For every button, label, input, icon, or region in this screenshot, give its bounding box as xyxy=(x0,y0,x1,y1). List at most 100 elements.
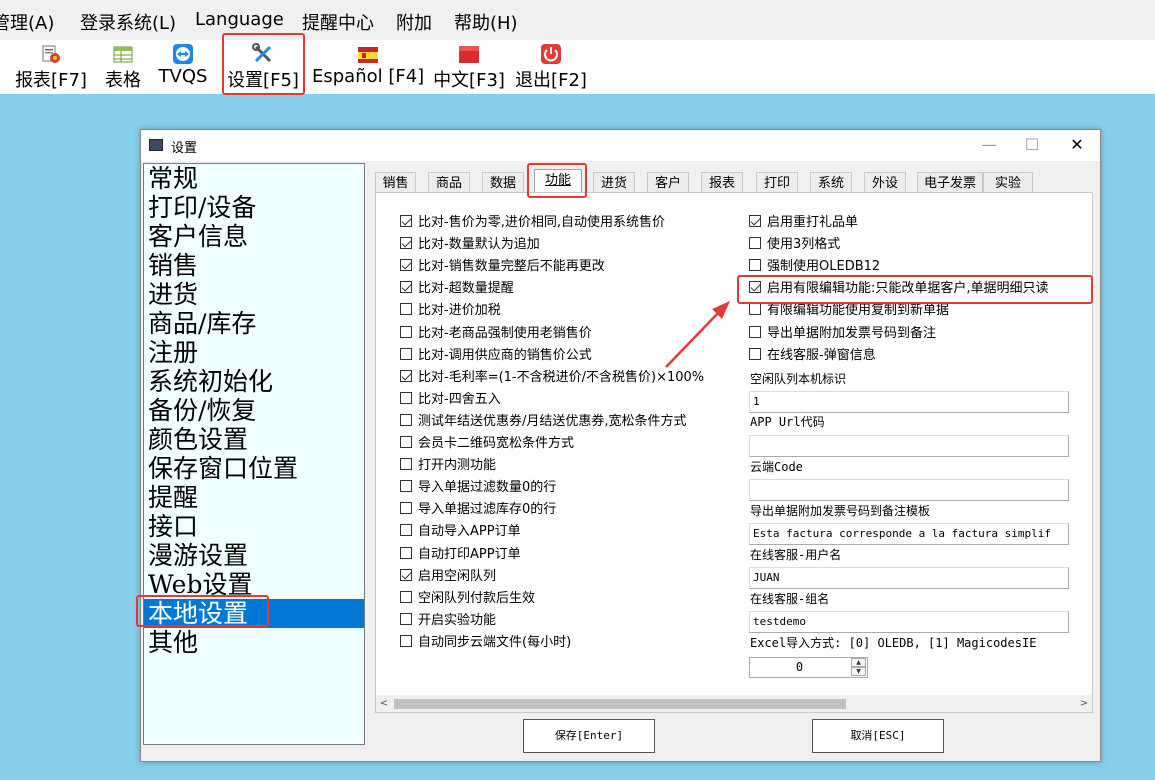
menu-login-system[interactable]: 登录系统(L) xyxy=(80,9,176,35)
checkbox-unchecked-icon[interactable] xyxy=(400,303,412,316)
checkbox-unchecked-icon[interactable] xyxy=(400,458,412,471)
checkbox-unchecked-icon[interactable] xyxy=(400,480,412,493)
category-save-window-position[interactable]: 保存窗口位置 xyxy=(144,454,364,483)
checkbox-checked-icon[interactable] xyxy=(400,237,412,250)
tvqs-button[interactable]: TVQS xyxy=(156,40,210,94)
category-customer-info[interactable]: 客户信息 xyxy=(144,222,364,251)
left-option-9-checkbox-row[interactable]: 测试年结送优惠券/月结送优惠券,宽松条件方式 xyxy=(400,412,687,432)
cloud-code-input[interactable] xyxy=(749,479,1069,501)
checkbox-unchecked-icon[interactable] xyxy=(749,303,761,316)
checkbox-unchecked-icon[interactable] xyxy=(400,546,412,559)
tab-sales[interactable]: 销售 xyxy=(375,172,416,193)
save-button[interactable]: 保存[Enter] xyxy=(523,719,655,753)
left-option-11-checkbox-row[interactable]: 打开内测功能 xyxy=(400,456,496,476)
left-option-15-checkbox-row[interactable]: 自动打印APP订单 xyxy=(400,545,521,565)
checkbox-unchecked-icon[interactable] xyxy=(749,237,761,250)
stepper-down-icon[interactable]: ▼ xyxy=(851,667,866,676)
category-interface[interactable]: 接口 xyxy=(144,512,364,541)
right-option-0-checkbox-row[interactable]: 启用重打礼品单 xyxy=(749,213,858,233)
checkbox-checked-icon[interactable] xyxy=(400,259,412,272)
left-option-3-checkbox-row[interactable]: 比对-超数量提醒 xyxy=(400,279,514,299)
checkbox-unchecked-icon[interactable] xyxy=(400,325,412,338)
checkbox-checked-icon[interactable] xyxy=(400,281,412,294)
checkbox-unchecked-icon[interactable] xyxy=(400,590,412,603)
left-option-4-checkbox-row[interactable]: 比对-进价加税 xyxy=(400,301,501,321)
idle-queue-id-input[interactable]: 1 xyxy=(749,391,1069,413)
left-option-5-checkbox-row[interactable]: 比对-老商品强制使用老销售价 xyxy=(400,324,592,344)
exit-button[interactable]: 退出[F2] xyxy=(514,40,588,94)
app-url-code-input[interactable] xyxy=(749,435,1069,457)
cancel-button[interactable]: 取消[ESC] xyxy=(812,719,944,753)
left-option-13-checkbox-row[interactable]: 导入单据过滤库存0的行 xyxy=(400,500,556,520)
checkbox-unchecked-icon[interactable] xyxy=(400,347,412,360)
category-backup-restore[interactable]: 备份/恢复 xyxy=(144,396,364,425)
category-print-device[interactable]: 打印/设备 xyxy=(144,193,364,222)
scroll-left-icon[interactable]: < xyxy=(376,695,392,712)
category-color-settings[interactable]: 颜色设置 xyxy=(144,425,364,454)
report-button[interactable]: 报表[F7] xyxy=(14,40,88,94)
tab-peripherals[interactable]: 外设 xyxy=(864,172,906,193)
invoice-note-template-input[interactable]: Esta factura corresponde a la factura si… xyxy=(749,523,1069,545)
tab-print[interactable]: 打印 xyxy=(756,172,798,193)
excel-import-stepper[interactable]: 0 ▲ ▼ xyxy=(749,657,868,678)
tab-system[interactable]: 系统 xyxy=(810,172,852,193)
stepper-up-icon[interactable]: ▲ xyxy=(851,658,866,667)
horizontal-scrollbar[interactable]: < > xyxy=(376,695,1092,712)
category-purchase[interactable]: 进货 xyxy=(144,280,364,309)
checkbox-unchecked-icon[interactable] xyxy=(400,524,412,537)
checkbox-unchecked-icon[interactable] xyxy=(400,612,412,625)
checkbox-unchecked-icon[interactable] xyxy=(400,391,412,404)
menu-help[interactable]: 帮助(H) xyxy=(454,9,518,35)
tab-e-invoice[interactable]: 电子发票 xyxy=(917,172,983,193)
left-option-19-checkbox-row[interactable]: 自动同步云端文件(每小时) xyxy=(400,633,571,653)
left-option-18-checkbox-row[interactable]: 开启实验功能 xyxy=(400,611,496,631)
category-sales[interactable]: 销售 xyxy=(144,251,364,280)
left-option-12-checkbox-row[interactable]: 导入单据过滤数量0的行 xyxy=(400,478,556,498)
category-products-stock[interactable]: 商品/库存 xyxy=(144,309,364,338)
right-option-1-checkbox-row[interactable]: 使用3列格式 xyxy=(749,235,840,255)
support-username-input[interactable]: JUAN xyxy=(749,567,1069,589)
minimize-button[interactable]: — xyxy=(979,135,999,155)
left-option-0-checkbox-row[interactable]: 比对-售价为零,进价相同,自动使用系统售价 xyxy=(400,213,665,233)
checkbox-checked-icon[interactable] xyxy=(400,568,412,581)
scrollbar-thumb[interactable] xyxy=(394,699,846,709)
tab-data[interactable]: 数据 xyxy=(482,172,524,193)
left-option-1-checkbox-row[interactable]: 比对-数量默认为追加 xyxy=(400,235,540,255)
menu-language[interactable]: Language xyxy=(195,9,284,30)
category-roaming-settings[interactable]: 漫游设置 xyxy=(144,541,364,570)
close-button[interactable]: ✕ xyxy=(1067,135,1087,155)
tab-products[interactable]: 商品 xyxy=(428,172,470,193)
menu-reminder-center[interactable]: 提醒中心 xyxy=(302,9,374,35)
category-other[interactable]: 其他 xyxy=(144,628,364,657)
right-option-5-checkbox-row[interactable]: 导出单据附加发票号码到备注 xyxy=(749,324,936,344)
checkbox-unchecked-icon[interactable] xyxy=(400,502,412,515)
support-group-input[interactable]: testdemo xyxy=(749,611,1069,633)
maximize-button[interactable]: ☐ xyxy=(1022,135,1042,155)
checkbox-unchecked-icon[interactable] xyxy=(400,436,412,448)
right-option-4-checkbox-row[interactable]: 有限编辑功能使用复制到新单据 xyxy=(749,301,949,321)
table-button[interactable]: 表格 xyxy=(100,40,146,94)
tab-customers[interactable]: 客户 xyxy=(647,172,689,193)
left-option-6-checkbox-row[interactable]: 比对-调用供应商的销售价公式 xyxy=(400,346,592,366)
left-option-7-checkbox-row[interactable]: 比对-毛利率=(1-不含税进价/不含税售价)×100% xyxy=(400,368,704,388)
tab-purchase[interactable]: 进货 xyxy=(593,172,635,193)
left-option-8-checkbox-row[interactable]: 比对-四舍五入 xyxy=(400,390,501,410)
category-general[interactable]: 常规 xyxy=(144,164,364,193)
menu-manage[interactable]: 管理(A) xyxy=(0,9,54,35)
checkbox-unchecked-icon[interactable] xyxy=(400,634,412,647)
checkbox-unchecked-icon[interactable] xyxy=(400,413,412,426)
checkbox-unchecked-icon[interactable] xyxy=(749,259,761,272)
checkbox-checked-icon[interactable] xyxy=(400,369,412,382)
right-option-6-checkbox-row[interactable]: 在线客服-弹窗信息 xyxy=(749,346,876,366)
left-option-10-checkbox-row[interactable]: 会员卡二维码宽松条件方式 xyxy=(400,434,574,454)
left-option-17-checkbox-row[interactable]: 空闲队列付款后生效 xyxy=(400,589,535,609)
left-option-16-checkbox-row[interactable]: 启用空闲队列 xyxy=(400,567,496,587)
checkbox-unchecked-icon[interactable] xyxy=(749,325,761,338)
checkbox-checked-icon[interactable] xyxy=(400,215,412,227)
tab-reports[interactable]: 报表 xyxy=(701,172,743,193)
category-reminder[interactable]: 提醒 xyxy=(144,483,364,512)
menu-addons[interactable]: 附加 xyxy=(396,9,432,35)
left-option-14-checkbox-row[interactable]: 自动导入APP订单 xyxy=(400,522,521,542)
checkbox-unchecked-icon[interactable] xyxy=(749,347,761,360)
spanish-button[interactable]: Español [F4] xyxy=(312,40,424,94)
